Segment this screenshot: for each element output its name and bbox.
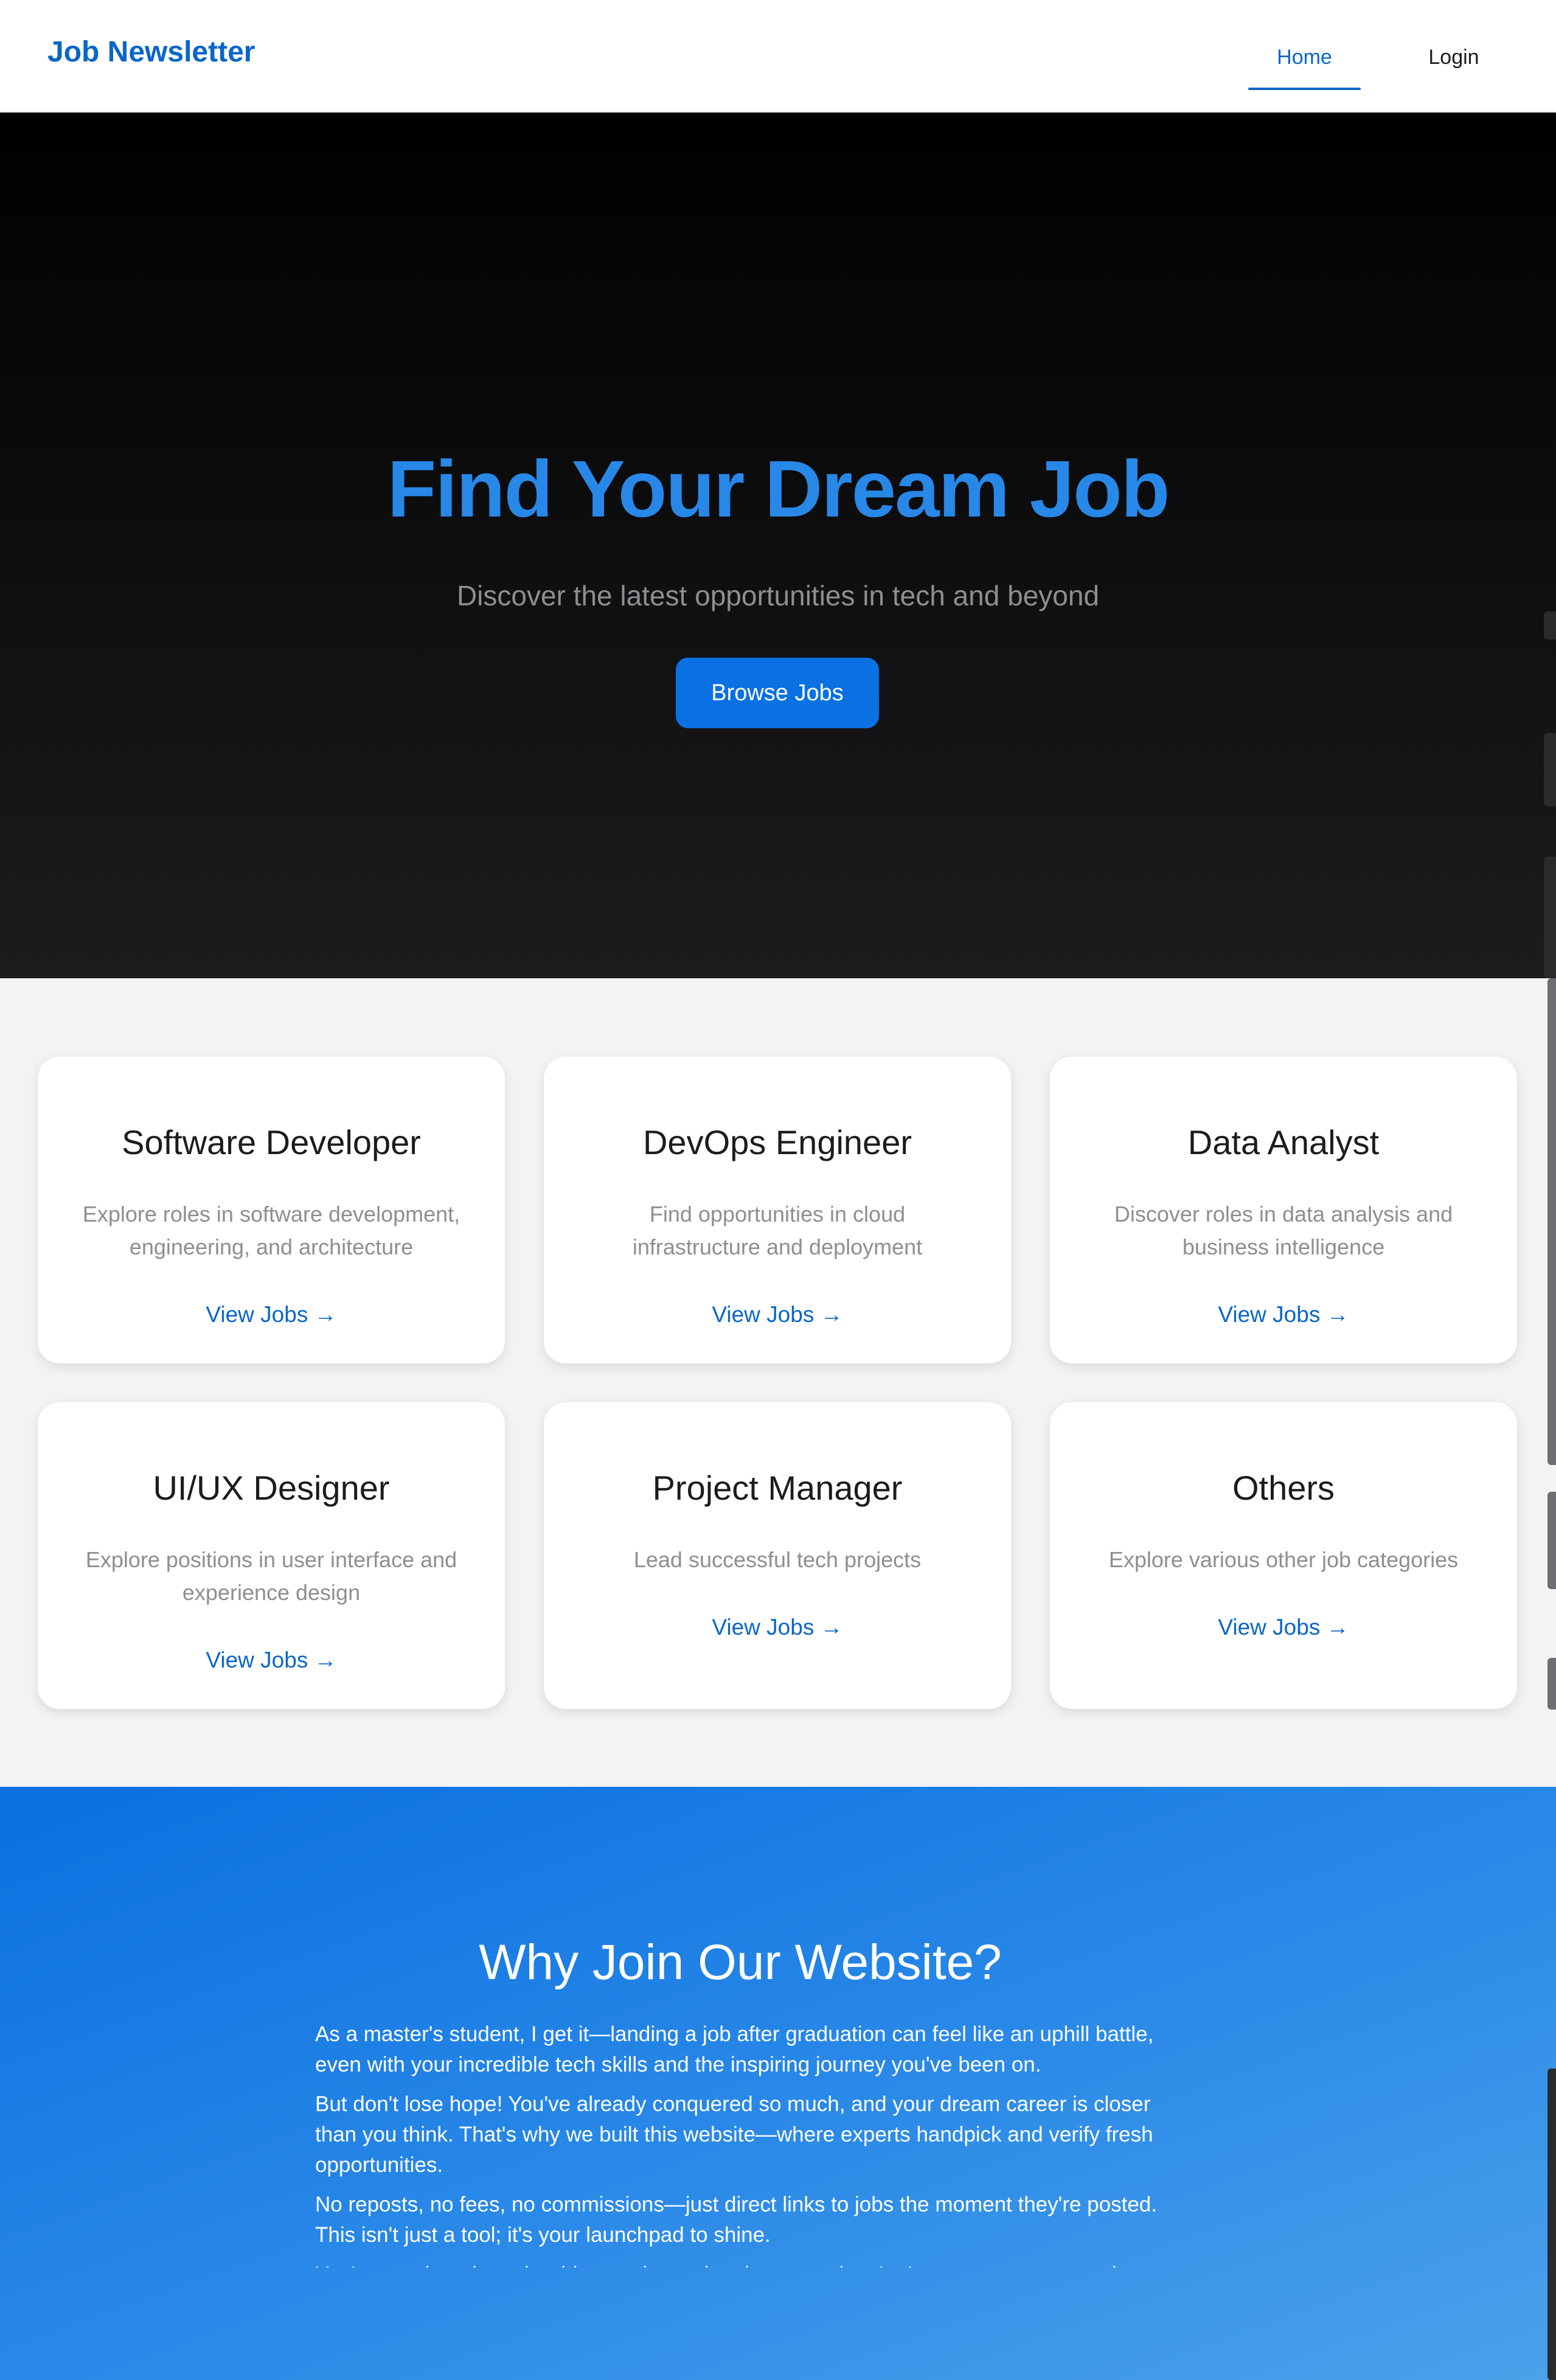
card-title: UI/UX Designer [153,1469,390,1507]
navbar: Job Newsletter Home Login [0,0,1556,113]
scrollbar-fragment [1547,2069,1556,2380]
card-description: Explore roles in software development, e… [82,1202,460,1259]
scrollbar-fragment [1544,733,1556,806]
scrollbar-fragment [1547,1492,1556,1589]
card-description: Explore various other job categories [1108,1547,1459,1572]
hero-section: Find Your Dream Job Discover the latest … [0,113,1556,978]
card-title: Data Analyst [1187,1123,1380,1161]
card-title: Others [1232,1469,1335,1507]
scrollbar-thumb[interactable] [1547,978,1556,1465]
view-jobs-link[interactable]: View Jobs → [544,1615,1011,1640]
view-jobs-link[interactable]: View Jobs → [544,1302,1011,1327]
brand-logo[interactable]: Job Newsletter [47,35,255,69]
card-title: Project Manager [652,1469,903,1507]
view-jobs-link[interactable]: View Jobs → [38,1648,505,1673]
category-card-ui-ux-designer[interactable]: UI/UX Designer Explore positions in user… [38,1402,505,1709]
scrollbar-fragment [1547,1658,1556,1710]
card-title: DevOps Engineer [642,1123,912,1161]
why-paragraph: You've got the talent, the drive, and no… [315,2260,1173,2267]
view-jobs-link[interactable]: View Jobs → [1050,1615,1517,1640]
card-description: Discover roles in data analysis and busi… [1114,1202,1453,1259]
why-join-section: Why Join Our Website? As a master's stud… [0,1787,1556,2380]
category-card-devops-engineer[interactable]: DevOps Engineer Find opportunities in cl… [544,1057,1011,1363]
card-title: Software Developer [122,1123,421,1161]
view-jobs-link[interactable]: View Jobs → [38,1302,505,1327]
nav-home-link[interactable]: Home [1248,24,1361,90]
category-card-software-developer[interactable]: Software Developer Explore roles in soft… [38,1057,505,1363]
category-card-data-analyst[interactable]: Data Analyst Discover roles in data anal… [1050,1057,1517,1363]
why-body: As a master's student, I get it—landing … [315,2019,1173,2267]
card-description: Find opportunities in cloud infrastructu… [632,1202,923,1259]
hero-subtitle: Discover the latest opportunities in tec… [456,580,1100,611]
category-card-project-manager[interactable]: Project Manager Lead successful tech pro… [544,1402,1011,1709]
why-title: Why Join Our Website? [479,1935,1002,1990]
view-jobs-link[interactable]: View Jobs → [1050,1302,1517,1327]
why-paragraph: As a master's student, I get it—landing … [315,2022,1154,2076]
hero-title: Find Your Dream Job [387,444,1170,534]
card-description: Explore positions in user interface and … [85,1547,457,1605]
nav-login-link[interactable]: Login [1399,24,1509,90]
category-card-others[interactable]: Others Explore various other job categor… [1050,1402,1517,1709]
scrollbar-fragment [1544,611,1556,639]
browse-jobs-button[interactable]: Browse Jobs [676,658,879,728]
scrollbar-fragment [1544,857,1556,978]
why-paragraph: But don't lose hope! You've already conq… [315,2092,1153,2177]
card-description: Lead successful tech projects [633,1547,922,1572]
why-paragraph: No reposts, no fees, no commissions—just… [315,2193,1157,2247]
